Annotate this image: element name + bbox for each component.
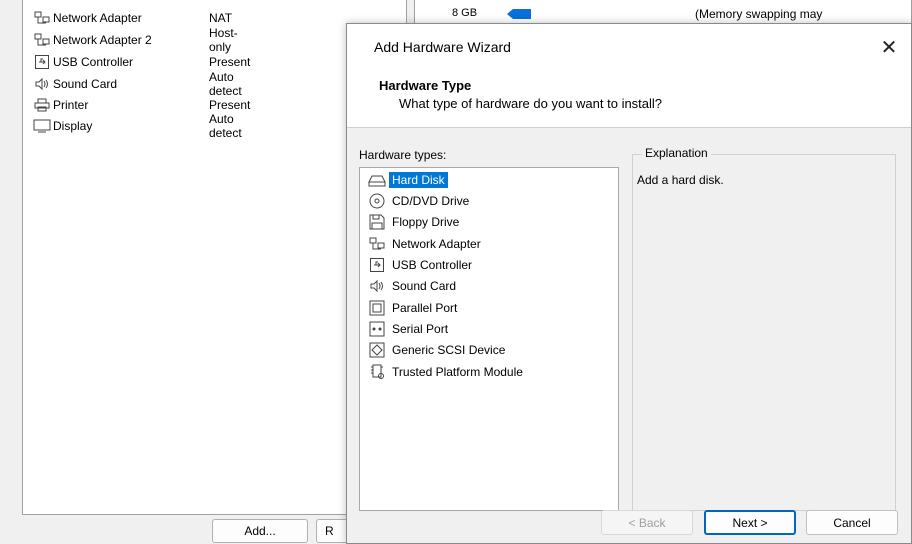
hardware-type-label: Parallel Port <box>392 301 458 315</box>
device-summary: Auto detect <box>209 112 242 140</box>
device-name: Display <box>53 119 93 133</box>
add-device-button[interactable]: Add... <box>212 519 308 543</box>
wizard-header-title: Hardware Type <box>379 78 472 93</box>
explanation-group <box>632 154 896 511</box>
parallel-port-icon <box>368 299 386 317</box>
hardware-type-label: Sound Card <box>392 279 457 293</box>
hardware-type-sound-card[interactable]: Sound Card <box>368 276 459 296</box>
hardware-type-label: Trusted Platform Module <box>392 365 523 379</box>
next-button[interactable]: Next > <box>704 510 796 535</box>
hardware-types-label: Hardware types: <box>359 148 447 162</box>
dialog-title: Add Hardware Wizard <box>374 39 511 55</box>
sound-card-icon <box>33 76 51 92</box>
usb-controller-icon <box>368 256 386 274</box>
device-summary: Present <box>209 55 251 69</box>
device-name: Network Adapter <box>53 11 142 25</box>
device-row-sound-card[interactable]: Sound Card Auto detect <box>33 70 242 98</box>
device-name: Network Adapter 2 <box>53 33 152 47</box>
memory-marker-icon[interactable] <box>507 7 531 21</box>
back-button[interactable]: < Back <box>601 510 693 535</box>
network-adapter-icon <box>33 10 51 26</box>
hardware-type-usb-controller[interactable]: USB Controller <box>368 255 475 275</box>
device-row-display[interactable]: Display Auto detect <box>33 112 242 140</box>
hardware-type-generic-scsi-device[interactable]: Generic SCSI Device <box>368 340 508 360</box>
hardware-type-floppy-drive[interactable]: Floppy Drive <box>368 212 462 232</box>
hardware-type-cd-dvd-drive[interactable]: CD/DVD Drive <box>368 191 472 211</box>
hardware-type-hard-disk[interactable]: Hard Disk <box>368 170 448 190</box>
hardware-type-parallel-port[interactable]: Parallel Port <box>368 298 460 318</box>
close-button[interactable]: ✕ <box>875 34 903 60</box>
memory-note: (Memory swapping may <box>695 7 823 21</box>
device-name: Sound Card <box>53 77 118 91</box>
hardware-type-trusted-platform-module[interactable]: Trusted Platform Module <box>368 362 526 382</box>
device-row-network-adapter-2[interactable]: Network Adapter 2 Host-only <box>33 26 238 54</box>
hardware-type-label: Floppy Drive <box>392 215 460 229</box>
hardware-type-label: Network Adapter <box>392 237 481 251</box>
hardware-type-serial-port[interactable]: Serial Port <box>368 319 451 339</box>
hard-disk-icon <box>368 171 386 189</box>
device-row-usb-controller[interactable]: USB Controller Present <box>33 52 250 72</box>
trusted-platform-module-icon <box>368 363 386 381</box>
hardware-type-label: Serial Port <box>392 322 449 336</box>
cd-dvd-drive-icon <box>368 192 386 210</box>
device-summary: NAT <box>209 11 233 25</box>
network-adapter-icon <box>33 32 51 48</box>
device-name: Printer <box>53 98 89 112</box>
device-row-printer[interactable]: Printer Present <box>33 95 250 115</box>
device-summary: Present <box>209 98 251 112</box>
usb-controller-icon <box>33 54 51 70</box>
hardware-type-label: CD/DVD Drive <box>392 194 470 208</box>
hardware-type-label: Hard Disk <box>389 172 448 188</box>
device-name: USB Controller <box>53 55 134 69</box>
dialog-titlebar: Add Hardware Wizard ✕ <box>347 24 911 72</box>
display-icon <box>33 118 51 134</box>
hardware-type-label: Generic SCSI Device <box>392 343 506 357</box>
explanation-label: Explanation <box>642 146 711 160</box>
device-summary: Host-only <box>209 26 238 54</box>
memory-marker-label: 8 GB <box>452 7 478 19</box>
serial-port-icon <box>368 320 386 338</box>
floppy-drive-icon <box>368 213 386 231</box>
sound-card-icon <box>368 277 386 295</box>
network-adapter-icon <box>368 235 386 253</box>
hardware-type-network-adapter[interactable]: Network Adapter <box>368 234 484 254</box>
hardware-type-label: USB Controller <box>392 258 473 272</box>
add-hardware-wizard-dialog: Add Hardware Wizard ✕ Hardware Type What… <box>346 23 912 544</box>
wizard-header-subtitle: What type of hardware do you want to ins… <box>399 96 663 111</box>
generic-scsi-device-icon <box>368 341 386 359</box>
cancel-button[interactable]: Cancel <box>806 510 898 535</box>
hardware-types-list[interactable]: Hard Disk CD/DVD Drive Floppy Drive Netw… <box>359 167 619 511</box>
device-summary: Auto detect <box>209 70 242 98</box>
wizard-header: Hardware Type What type of hardware do y… <box>347 72 911 128</box>
explanation-text: Add a hard disk. <box>637 173 724 187</box>
printer-icon <box>33 97 51 113</box>
device-row-network-adapter[interactable]: Network Adapter NAT <box>33 8 232 28</box>
